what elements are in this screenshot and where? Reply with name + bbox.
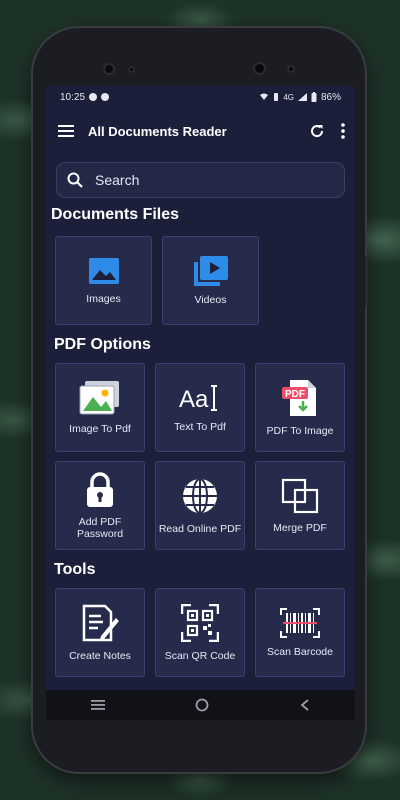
scan-qr-code-card[interactable]: Scan QR Code [155,588,245,677]
clock: 10:25 [60,91,86,103]
status-bar: 10:25 4G 86% [46,86,355,108]
search-icon [67,172,83,188]
text-to-pdf-card[interactable]: Aa Text To Pdf [155,363,245,452]
battery-percent: 86% [320,91,341,103]
notification-icon [89,93,98,101]
merge-icon [281,478,319,513]
notification-icon [101,93,110,101]
image-to-pdf-card[interactable]: Image To Pdf [55,363,145,452]
add-pdf-password-card[interactable]: Add PDF Password [55,461,145,550]
scan-qr-code-label: Scan QR Code [164,649,236,662]
network-type: 4G [283,92,294,102]
images-label: Images [86,292,121,305]
front-camera [103,63,115,75]
recent-apps-icon[interactable] [91,700,106,710]
pdf-file-icon: PDF [282,379,316,416]
refresh-icon[interactable] [309,123,325,139]
app-title: All Documents Reader [88,123,227,139]
app-bar: All Documents Reader [46,108,355,154]
globe-icon [183,477,217,514]
read-online-pdf-label: Read Online PDF [158,522,242,535]
menu-icon[interactable] [58,125,74,137]
signal-icon [297,93,307,101]
svg-text:Aa: Aa [179,386,209,413]
scan-barcode-label: Scan Barcode [267,645,333,658]
system-nav-bar [46,690,355,720]
sensor [253,62,266,75]
create-notes-label: Create Notes [69,649,131,662]
power-button [365,256,368,306]
create-notes-card[interactable]: Create Notes [55,588,145,677]
section-title-documents: Documents Files [51,206,180,223]
more-options-icon[interactable] [341,123,345,139]
section-title-tools: Tools [54,561,96,578]
wifi-icon [260,93,269,100]
pdf-to-image-label: PDF To Image [266,424,334,437]
read-online-pdf-card[interactable]: Read Online PDF [155,461,245,550]
videos-label: Videos [194,293,227,306]
scan-barcode-card[interactable]: Scan Barcode [255,588,345,677]
search-placeholder: Search [95,172,140,188]
images-card[interactable]: Images [55,236,152,325]
svg-text:PDF: PDF [285,389,305,400]
back-icon[interactable] [300,699,310,711]
sensor [128,66,135,73]
qr-code-icon [181,603,219,642]
app-screen: 10:25 4G 86% All Documents Reader Search… [46,86,355,718]
section-title-pdf: PDF Options [54,336,151,353]
merge-pdf-card[interactable]: Merge PDF [255,461,345,550]
image-icon [88,257,119,284]
videos-card[interactable]: Videos [162,236,259,325]
video-library-icon [193,255,228,286]
barcode-icon [280,607,320,638]
notes-icon [82,604,119,641]
image-to-pdf-label: Image To Pdf [69,422,131,435]
sensor [287,65,295,73]
search-input[interactable]: Search [56,162,345,198]
text-aa-icon: Aa [179,384,217,413]
gallery-icon [79,380,119,414]
vibrate-icon [274,93,279,101]
home-icon[interactable] [195,698,209,712]
battery-icon [311,92,317,102]
add-pdf-password-label: Add PDF Password [76,515,124,540]
pdf-to-image-card[interactable]: PDF PDF To Image [255,363,345,452]
lock-icon [87,471,113,507]
text-to-pdf-label: Text To Pdf [174,420,226,433]
merge-pdf-label: Merge PDF [273,521,327,534]
